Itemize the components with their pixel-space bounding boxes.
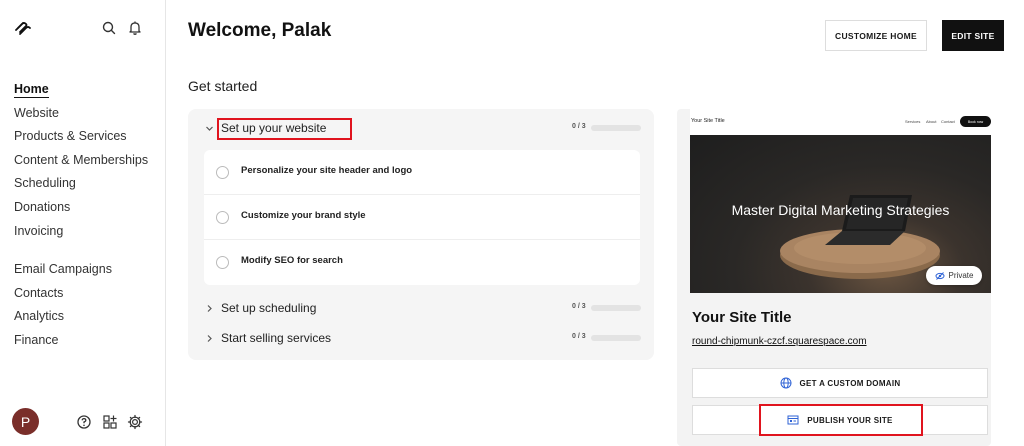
task-list: Personalize your site header and logo Cu… [204, 150, 640, 285]
progress-count: 0 / 3 [572, 123, 586, 130]
nav-divider [14, 245, 148, 260]
highlight-box-publish [759, 404, 923, 436]
settings-gear-icon[interactable] [127, 414, 143, 430]
preview-nav-link: Services [905, 119, 921, 124]
progress-count: 0 / 3 [572, 303, 586, 310]
task-modify-seo[interactable]: Modify SEO for search [204, 240, 640, 285]
private-badge[interactable]: Private [926, 266, 982, 285]
task-checkbox[interactable] [216, 256, 229, 269]
sidebar-item-scheduling[interactable]: Scheduling [14, 174, 148, 198]
sidebar-item-analytics[interactable]: Analytics [14, 307, 148, 331]
progress-bar [591, 305, 641, 311]
task-label: Modify SEO for search [241, 255, 343, 266]
sidebar-item-contacts[interactable]: Contacts [14, 284, 148, 308]
sidebar-item-content-memberships[interactable]: Content & Memberships [14, 151, 148, 175]
sidebar-item-email-campaigns[interactable]: Email Campaigns [14, 260, 148, 284]
task-personalize-header[interactable]: Personalize your site header and logo [204, 150, 640, 195]
avatar[interactable]: P [12, 408, 39, 435]
help-icon[interactable] [76, 414, 92, 430]
task-label: Customize your brand style [241, 210, 366, 221]
preview-nav-link: Contact [941, 119, 955, 124]
task-checkbox[interactable] [216, 166, 229, 179]
sidebar: Home Website Products & Services Content… [0, 0, 166, 446]
chevron-right-icon [207, 305, 212, 312]
chevron-right-icon [207, 335, 212, 342]
edit-site-button[interactable]: EDIT SITE [942, 20, 1004, 51]
sidebar-item-finance[interactable]: Finance [14, 331, 148, 355]
eye-slash-icon [935, 271, 945, 280]
task-customize-brand[interactable]: Customize your brand style [204, 195, 640, 240]
search-icon[interactable] [101, 20, 117, 36]
preview-nav: Your Site Title Services About Contact B… [690, 109, 991, 135]
progress-bar [591, 335, 641, 341]
group-setup-scheduling[interactable]: Set up scheduling 0 / 3 [188, 299, 654, 321]
highlight-box-setup-website [217, 118, 352, 140]
get-started-heading: Get started [188, 78, 258, 94]
site-url-link[interactable]: round-chipmunk-czcf.squarespace.com [692, 336, 867, 347]
bell-icon[interactable] [127, 20, 143, 36]
sidebar-item-website[interactable]: Website [14, 104, 148, 128]
chevron-down-icon [206, 126, 213, 131]
site-preview-card: Your Site Title Services About Contact B… [677, 109, 991, 446]
group-start-selling[interactable]: Start selling services 0 / 3 [188, 329, 654, 351]
preview-hero-text: Master Digital Marketing Strategies [731, 202, 950, 218]
get-started-panel: Set up your website 0 / 3 Personalize yo… [188, 109, 654, 360]
button-label: GET A CUSTOM DOMAIN [799, 378, 901, 388]
page-title: Welcome, Palak [188, 20, 332, 41]
preview-nav-link: About [926, 119, 937, 124]
customize-home-button[interactable]: CUSTOMIZE HOME [825, 20, 927, 51]
preview-site-title: Your Site Title [691, 118, 725, 124]
group-label: Set up scheduling [221, 301, 317, 315]
task-label: Personalize your site header and logo [241, 165, 413, 176]
main-content: Welcome, Palak CUSTOMIZE HOME EDIT SITE … [166, 0, 1024, 446]
sidebar-item-donations[interactable]: Donations [14, 198, 148, 222]
private-label: Private [948, 271, 974, 280]
squarespace-logo-icon[interactable] [14, 21, 32, 37]
apps-grid-icon[interactable] [102, 414, 118, 430]
sidebar-item-invoicing[interactable]: Invoicing [14, 222, 148, 246]
site-title: Your Site Title [692, 309, 792, 326]
sidebar-item-home[interactable]: Home [14, 80, 148, 104]
sidebar-item-products-services[interactable]: Products & Services [14, 127, 148, 151]
progress-bar [591, 125, 641, 131]
globe-icon [780, 377, 792, 389]
sidebar-nav: Home Website Products & Services Content… [14, 80, 148, 355]
group-label: Start selling services [221, 331, 332, 345]
task-checkbox[interactable] [216, 211, 229, 224]
preview-book-button: Book now [960, 116, 991, 127]
get-custom-domain-button[interactable]: GET A CUSTOM DOMAIN [692, 368, 988, 398]
progress-count: 0 / 3 [572, 333, 586, 340]
